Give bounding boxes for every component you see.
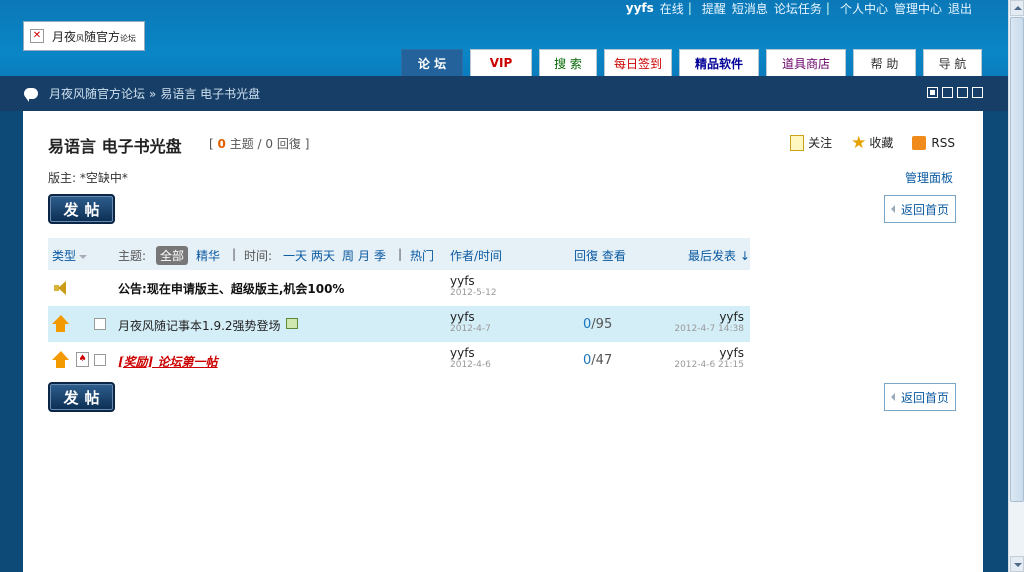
table-row: 月夜风随记事本1.9.2强势登场 yyfs 2012-4-7 0/95 yyfs 2… bbox=[48, 306, 750, 342]
follow-button[interactable]: 关注 bbox=[790, 134, 832, 151]
site-header: ✕ 月夜风随官方论坛 yyfs 在线 | 提醒 短消息 论坛任务 | 个人中心 … bbox=[0, 0, 1008, 76]
filter-all[interactable]: 全部 bbox=[156, 246, 189, 265]
scroll-thumb[interactable] bbox=[1010, 17, 1024, 502]
thread-title[interactable]: 月夜风随记事本1.9.2强势登场 bbox=[118, 317, 298, 334]
filter-month[interactable]: 月 bbox=[358, 247, 370, 264]
tab-navigation[interactable]: 导 航 bbox=[923, 49, 982, 76]
layout-square-icon[interactable] bbox=[927, 87, 938, 98]
back-home-button[interactable]: 返回首页 bbox=[884, 195, 956, 223]
logout-link[interactable]: 退出 bbox=[948, 0, 972, 17]
forum-actions: 关注 ★ 收藏 RSS bbox=[771, 134, 955, 151]
scroll-down-button[interactable] bbox=[1010, 556, 1024, 572]
scroll-up-button[interactable] bbox=[1010, 0, 1024, 16]
stats-column-header[interactable]: 回復 查看 bbox=[574, 247, 626, 264]
messages-link[interactable]: 短消息 bbox=[732, 0, 768, 17]
top-links: yyfs 在线 | 提醒 短消息 论坛任务 | 个人中心 管理中心 退出 bbox=[625, 0, 972, 17]
layout-switcher bbox=[923, 87, 983, 98]
reward-card-icon: ♠ bbox=[76, 352, 89, 367]
layout-square-icon[interactable] bbox=[957, 87, 968, 98]
thread-checkbox[interactable] bbox=[94, 354, 106, 366]
online-status: 在线 bbox=[659, 1, 684, 16]
forum-panel: 易语言 电子书光盘 [ 0 主题 / 0 回復 ] 关注 ★ 收藏 RSS 版主:… bbox=[23, 111, 983, 572]
tab-checkin[interactable]: 每日签到 bbox=[604, 49, 672, 76]
thread-list-header: 类型 主题: 全部 精华 | 时间: 一天 两天 周 月 季 | 热门 作者/时… bbox=[48, 238, 750, 270]
forum-counts: [ 0 主题 / 0 回復 ] bbox=[209, 137, 310, 151]
main-nav: 论 坛 VIP 搜 索 每日签到 精品软件 道具商店 帮 助 导 航 bbox=[394, 49, 982, 76]
rss-icon bbox=[912, 135, 927, 150]
arrow-up-icon bbox=[52, 315, 69, 333]
new-post-button[interactable]: 发帖 bbox=[48, 382, 115, 412]
moderator-info: 版主: *空缺中* bbox=[48, 171, 128, 185]
follow-icon bbox=[790, 134, 805, 151]
thread-author: yyfs 2012-4-6 bbox=[450, 346, 491, 370]
tasks-link[interactable]: 论坛任务 bbox=[774, 0, 822, 17]
thread-stats: 0/95 bbox=[583, 317, 613, 332]
admin-center-link[interactable]: 管理中心 bbox=[894, 0, 942, 17]
thread-title[interactable]: [奖励] 论坛第一帖 bbox=[118, 353, 218, 370]
chevron-down-icon bbox=[79, 254, 88, 259]
filter-one-day[interactable]: 一天 bbox=[283, 247, 307, 264]
new-post-button[interactable]: 发帖 bbox=[48, 194, 115, 224]
breadcrumb-current[interactable]: 易语言 电子书光盘 bbox=[160, 85, 260, 102]
table-row: 公告:现在申请版主、超级版主,机会100% yyfs 2012-5-12 bbox=[48, 270, 750, 306]
vertical-scrollbar[interactable] bbox=[1008, 0, 1024, 572]
layout-square-icon[interactable] bbox=[942, 87, 953, 98]
logo-text: 月夜风随官方论坛 bbox=[52, 29, 137, 44]
reply-count: 0 bbox=[265, 137, 274, 151]
breadcrumb: 月夜风随官方论坛 » 易语言 电子书光盘 bbox=[24, 85, 260, 102]
favorite-button[interactable]: ★ 收藏 bbox=[851, 134, 893, 151]
table-row: ♠ [奖励] 论坛第一帖 yyfs 2012-4-6 0/47 yyfs 2012-… bbox=[48, 342, 750, 378]
tab-forum[interactable]: 论 坛 bbox=[401, 49, 463, 76]
filter-week[interactable]: 周 bbox=[342, 247, 354, 264]
admin-panel-link[interactable]: 管理面板 bbox=[905, 169, 953, 186]
broken-image-icon: ✕ bbox=[30, 29, 44, 43]
breadcrumb-home[interactable]: 月夜风随官方论坛 bbox=[49, 85, 145, 102]
thread-author: yyfs 2012-5-12 bbox=[450, 274, 497, 298]
username-link[interactable]: yyfs bbox=[626, 1, 654, 15]
thread-checkbox[interactable] bbox=[94, 318, 106, 330]
star-icon: ★ bbox=[851, 132, 867, 153]
thread-stats: 0/47 bbox=[583, 353, 613, 368]
back-home-button[interactable]: 返回首页 bbox=[884, 383, 956, 411]
tab-shop[interactable]: 道具商店 bbox=[766, 49, 846, 76]
topic-count: 0 bbox=[217, 137, 226, 151]
last-post-column-header[interactable]: 最后发表 ↓ bbox=[688, 247, 750, 264]
profile-link[interactable]: 个人中心 bbox=[840, 0, 888, 17]
reminder-link[interactable]: 提醒 bbox=[702, 0, 726, 17]
forum-title: 易语言 电子书光盘 bbox=[48, 137, 182, 156]
thread-author: yyfs 2012-4-7 bbox=[450, 310, 491, 334]
filter-hot[interactable]: 热门 bbox=[410, 247, 434, 264]
tab-software[interactable]: 精品软件 bbox=[679, 49, 759, 76]
arrow-up-icon bbox=[52, 351, 69, 369]
announcement-title[interactable]: 公告:现在申请版主、超级版主,机会100% bbox=[118, 280, 344, 297]
tab-help[interactable]: 帮 助 bbox=[853, 49, 916, 76]
thread-last-post: yyfs 2012-4-7 14:38 bbox=[674, 310, 744, 334]
tab-search[interactable]: 搜 索 bbox=[539, 49, 597, 76]
author-column-header[interactable]: 作者/时间 bbox=[450, 247, 502, 264]
announcement-speaker-icon bbox=[52, 281, 68, 295]
image-attachment-icon bbox=[285, 318, 298, 329]
left-arrow-icon bbox=[890, 393, 895, 401]
tab-vip[interactable]: VIP bbox=[470, 49, 532, 76]
filter-two-days[interactable]: 两天 bbox=[311, 247, 335, 264]
topic-filter-label: 主题: bbox=[118, 249, 147, 263]
filter-digest[interactable]: 精华 bbox=[196, 247, 220, 264]
left-arrow-icon bbox=[890, 205, 895, 213]
site-logo[interactable]: ✕ 月夜风随官方论坛 bbox=[23, 21, 145, 51]
rss-button[interactable]: RSS bbox=[912, 134, 955, 151]
time-filter-label: 时间: bbox=[244, 249, 273, 263]
speech-bubble-icon bbox=[24, 88, 38, 102]
filter-season[interactable]: 季 bbox=[374, 247, 386, 264]
breadcrumb-bar: 月夜风随官方论坛 » 易语言 电子书光盘 bbox=[0, 76, 1008, 111]
layout-square-icon[interactable] bbox=[972, 87, 983, 98]
type-filter[interactable]: 类型 bbox=[52, 247, 88, 264]
thread-last-post: yyfs 2012-4-6 21:15 bbox=[674, 346, 744, 370]
